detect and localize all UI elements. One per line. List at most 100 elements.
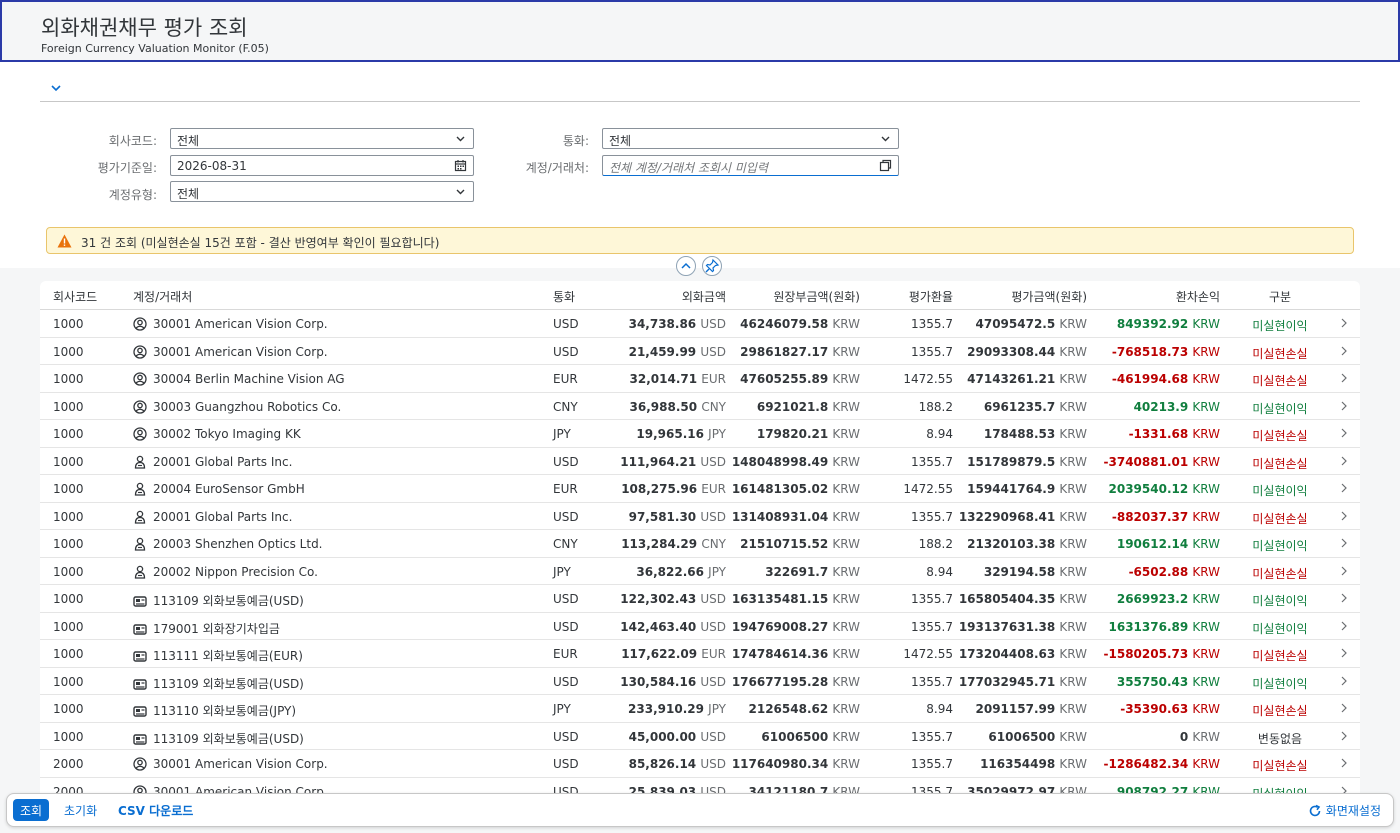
cell-fx-amount: 108,275.96 EUR bbox=[606, 482, 726, 496]
navigation-arrow-icon[interactable] bbox=[1340, 703, 1348, 713]
cell-book-amount: 176677195.28 KRW bbox=[720, 675, 860, 689]
column-header-type[interactable]: 구분 bbox=[1240, 288, 1320, 305]
cell-book-value: 46246079.58 bbox=[740, 317, 829, 331]
navigation-arrow-icon[interactable] bbox=[1340, 428, 1348, 438]
column-header-fx-amount[interactable]: 외화금액 bbox=[626, 288, 726, 305]
supplier-icon bbox=[133, 455, 153, 469]
search-button[interactable]: 조회 bbox=[13, 799, 50, 821]
navigation-arrow-icon[interactable] bbox=[1340, 731, 1348, 741]
cell-valuation-value: 6961235.7 bbox=[983, 399, 1056, 414]
cell-account: 113111 외화보통예금(EUR) bbox=[133, 647, 303, 664]
cell-account: 113109 외화보통예금(USD) bbox=[133, 675, 304, 692]
column-header-pl[interactable]: 환차손익 bbox=[1100, 288, 1220, 305]
collapse-header-button[interactable] bbox=[676, 256, 696, 276]
table-row[interactable]: 1000 113111 외화보통예금(EUR) EUR 117,622.09 EUR 1… bbox=[40, 640, 1360, 668]
navigation-arrow-icon[interactable] bbox=[1340, 456, 1348, 466]
navigation-arrow-icon[interactable] bbox=[1340, 621, 1348, 631]
table-row[interactable]: 1000 113109 외화보통예금(USD) USD 122,302.43 USD 1… bbox=[40, 585, 1360, 613]
column-header-company[interactable]: 회사코드 bbox=[53, 288, 97, 305]
reset-button[interactable]: 초기화 bbox=[57, 799, 104, 821]
cell-pl-value: 2039540.12 bbox=[1108, 482, 1189, 496]
cell-pl-value: 355750.43 bbox=[1116, 674, 1189, 689]
cell-book-unit: KRW bbox=[832, 372, 860, 386]
cell-book-value: 179820.21 bbox=[756, 427, 829, 441]
company-code-select[interactable]: 전체 bbox=[170, 128, 474, 149]
cell-pl-unit: KRW bbox=[1192, 757, 1220, 771]
table-row[interactable]: 1000 20003 Shenzhen Optics Ltd. CNY 113,284… bbox=[40, 530, 1360, 558]
navigation-arrow-icon[interactable] bbox=[1340, 483, 1348, 493]
cell-valuation-value: 132290968.41 bbox=[958, 509, 1056, 524]
cell-fx-amount-value: 117,622.09 bbox=[621, 647, 698, 661]
cell-pl-unit: KRW bbox=[1192, 454, 1220, 469]
table-row[interactable]: 1000 20004 EuroSensor GmbH EUR 108,275.96 E… bbox=[40, 475, 1360, 503]
cell-pl-unit: KRW bbox=[1192, 399, 1220, 414]
reset-layout-button[interactable]: 화면재설정 bbox=[1308, 802, 1381, 819]
cell-valuation: 21320103.38 KRW bbox=[947, 537, 1087, 551]
cell-book-amount: 117640980.34 KRW bbox=[720, 757, 860, 771]
column-header-valuation[interactable]: 평가금액(원화) bbox=[967, 288, 1087, 305]
navigation-arrow-icon[interactable] bbox=[1340, 373, 1348, 383]
bank-account-icon bbox=[133, 594, 153, 608]
table-row[interactable]: 1000 113110 외화보통예금(JPY) JPY 233,910.29 JPY 2… bbox=[40, 695, 1360, 723]
account-partner-input[interactable]: 전체 계정/거래처 조회시 미입력 bbox=[602, 155, 899, 176]
chevron-down-icon[interactable] bbox=[48, 80, 64, 96]
cell-fx-amount-value: 108,275.96 bbox=[621, 482, 698, 496]
cell-rate: 1472.55 bbox=[903, 372, 953, 386]
table-row[interactable]: 1000 30002 Tokyo Imaging KK JPY 19,965.16 J… bbox=[40, 420, 1360, 448]
table-row[interactable]: 1000 20001 Global Parts Inc. USD 97,581.30 … bbox=[40, 503, 1360, 530]
cell-pl-unit: KRW bbox=[1192, 702, 1220, 716]
table-row[interactable]: 1000 20002 Nippon Precision Co. JPY 36,822.… bbox=[40, 558, 1360, 585]
column-header-account[interactable]: 계정/거래처 bbox=[133, 288, 192, 305]
customer-icon bbox=[133, 344, 153, 359]
table-row[interactable]: 1000 179001 외화장기차입금 USD 142,463.40 USD 19476… bbox=[40, 613, 1360, 640]
cell-valuation: 173204408.63 KRW bbox=[947, 647, 1087, 661]
cell-type: 미실현이익 bbox=[1252, 484, 1308, 498]
navigation-arrow-icon[interactable] bbox=[1340, 593, 1348, 603]
account-type-select[interactable]: 전체 bbox=[170, 181, 474, 202]
value-help-icon[interactable] bbox=[879, 159, 892, 172]
navigation-arrow-icon[interactable] bbox=[1340, 401, 1348, 411]
table-row[interactable]: 1000 30001 American Vision Corp. USD 21,459… bbox=[40, 338, 1360, 365]
calendar-icon[interactable] bbox=[454, 159, 467, 172]
table-row[interactable]: 2000 30001 American Vision Corp. USD 85,826… bbox=[40, 750, 1360, 778]
supplier-icon bbox=[133, 510, 153, 524]
cell-type: 미실현손실 bbox=[1252, 704, 1308, 718]
cell-valuation: 47095472.5 KRW bbox=[947, 317, 1088, 331]
cell-rate: 1472.55 bbox=[903, 482, 953, 496]
table-row[interactable]: 1000 113109 외화보통예금(USD) USD 130,584.16 USD 1… bbox=[40, 668, 1360, 695]
column-header-rate[interactable]: 평가환율 bbox=[873, 288, 953, 305]
cell-currency: EUR bbox=[553, 482, 578, 496]
cell-valuation: 159441764.9 KRW bbox=[947, 482, 1087, 496]
valuation-date-label: 평가기준일: bbox=[97, 161, 157, 175]
table-row[interactable]: 1000 113109 외화보통예금(USD) USD 45,000.00 USD 61… bbox=[40, 723, 1360, 750]
valuation-date-field[interactable]: 2026-08-31 bbox=[170, 155, 474, 176]
cell-fx-amount: 117,622.09 EUR bbox=[606, 647, 726, 661]
cell-company: 1000 bbox=[53, 537, 84, 551]
navigation-arrow-icon[interactable] bbox=[1340, 648, 1348, 658]
cell-company: 1000 bbox=[53, 729, 84, 744]
navigation-arrow-icon[interactable] bbox=[1340, 566, 1348, 576]
cell-book-amount: 47605255.89 KRW bbox=[720, 372, 860, 386]
navigation-arrow-icon[interactable] bbox=[1340, 676, 1348, 686]
navigation-arrow-icon[interactable] bbox=[1340, 511, 1348, 521]
table-row[interactable]: 1000 30004 Berlin Machine Vision AG EUR 32,… bbox=[40, 365, 1360, 393]
navigation-arrow-icon[interactable] bbox=[1340, 318, 1348, 328]
column-header-currency[interactable]: 통화 bbox=[553, 288, 575, 305]
cell-fx-amount-value: 19,965.16 bbox=[636, 427, 704, 441]
csv-download-button[interactable]: CSV 다운로드 bbox=[111, 799, 200, 821]
navigation-arrow-icon[interactable] bbox=[1340, 758, 1348, 768]
table-row[interactable]: 1000 30003 Guangzhou Robotics Co. CNY 36,98… bbox=[40, 393, 1360, 420]
navigation-arrow-icon[interactable] bbox=[1340, 346, 1348, 356]
currency-select[interactable]: 전체 bbox=[602, 128, 899, 149]
column-header-book-amount[interactable]: 원장부금액(원화) bbox=[740, 288, 860, 305]
pin-header-button[interactable] bbox=[702, 256, 722, 276]
cell-pl: 40213.9 KRW bbox=[1080, 400, 1220, 414]
cell-book-amount: 6921021.8 KRW bbox=[720, 400, 860, 414]
cell-pl-unit: KRW bbox=[1192, 317, 1220, 331]
table-row[interactable]: 1000 20001 Global Parts Inc. USD 111,964.21… bbox=[40, 448, 1360, 475]
cell-pl: -6502.88 KRW bbox=[1080, 565, 1220, 579]
valuation-table: 회사코드 계정/거래처 통화 외화금액 원장부금액(원화) 평가환율 평가금액(… bbox=[40, 281, 1360, 801]
navigation-arrow-icon[interactable] bbox=[1340, 538, 1348, 548]
table-row[interactable]: 1000 30001 American Vision Corp. USD 34,738… bbox=[40, 310, 1360, 338]
cell-account-text: 30002 Tokyo Imaging KK bbox=[153, 427, 301, 441]
